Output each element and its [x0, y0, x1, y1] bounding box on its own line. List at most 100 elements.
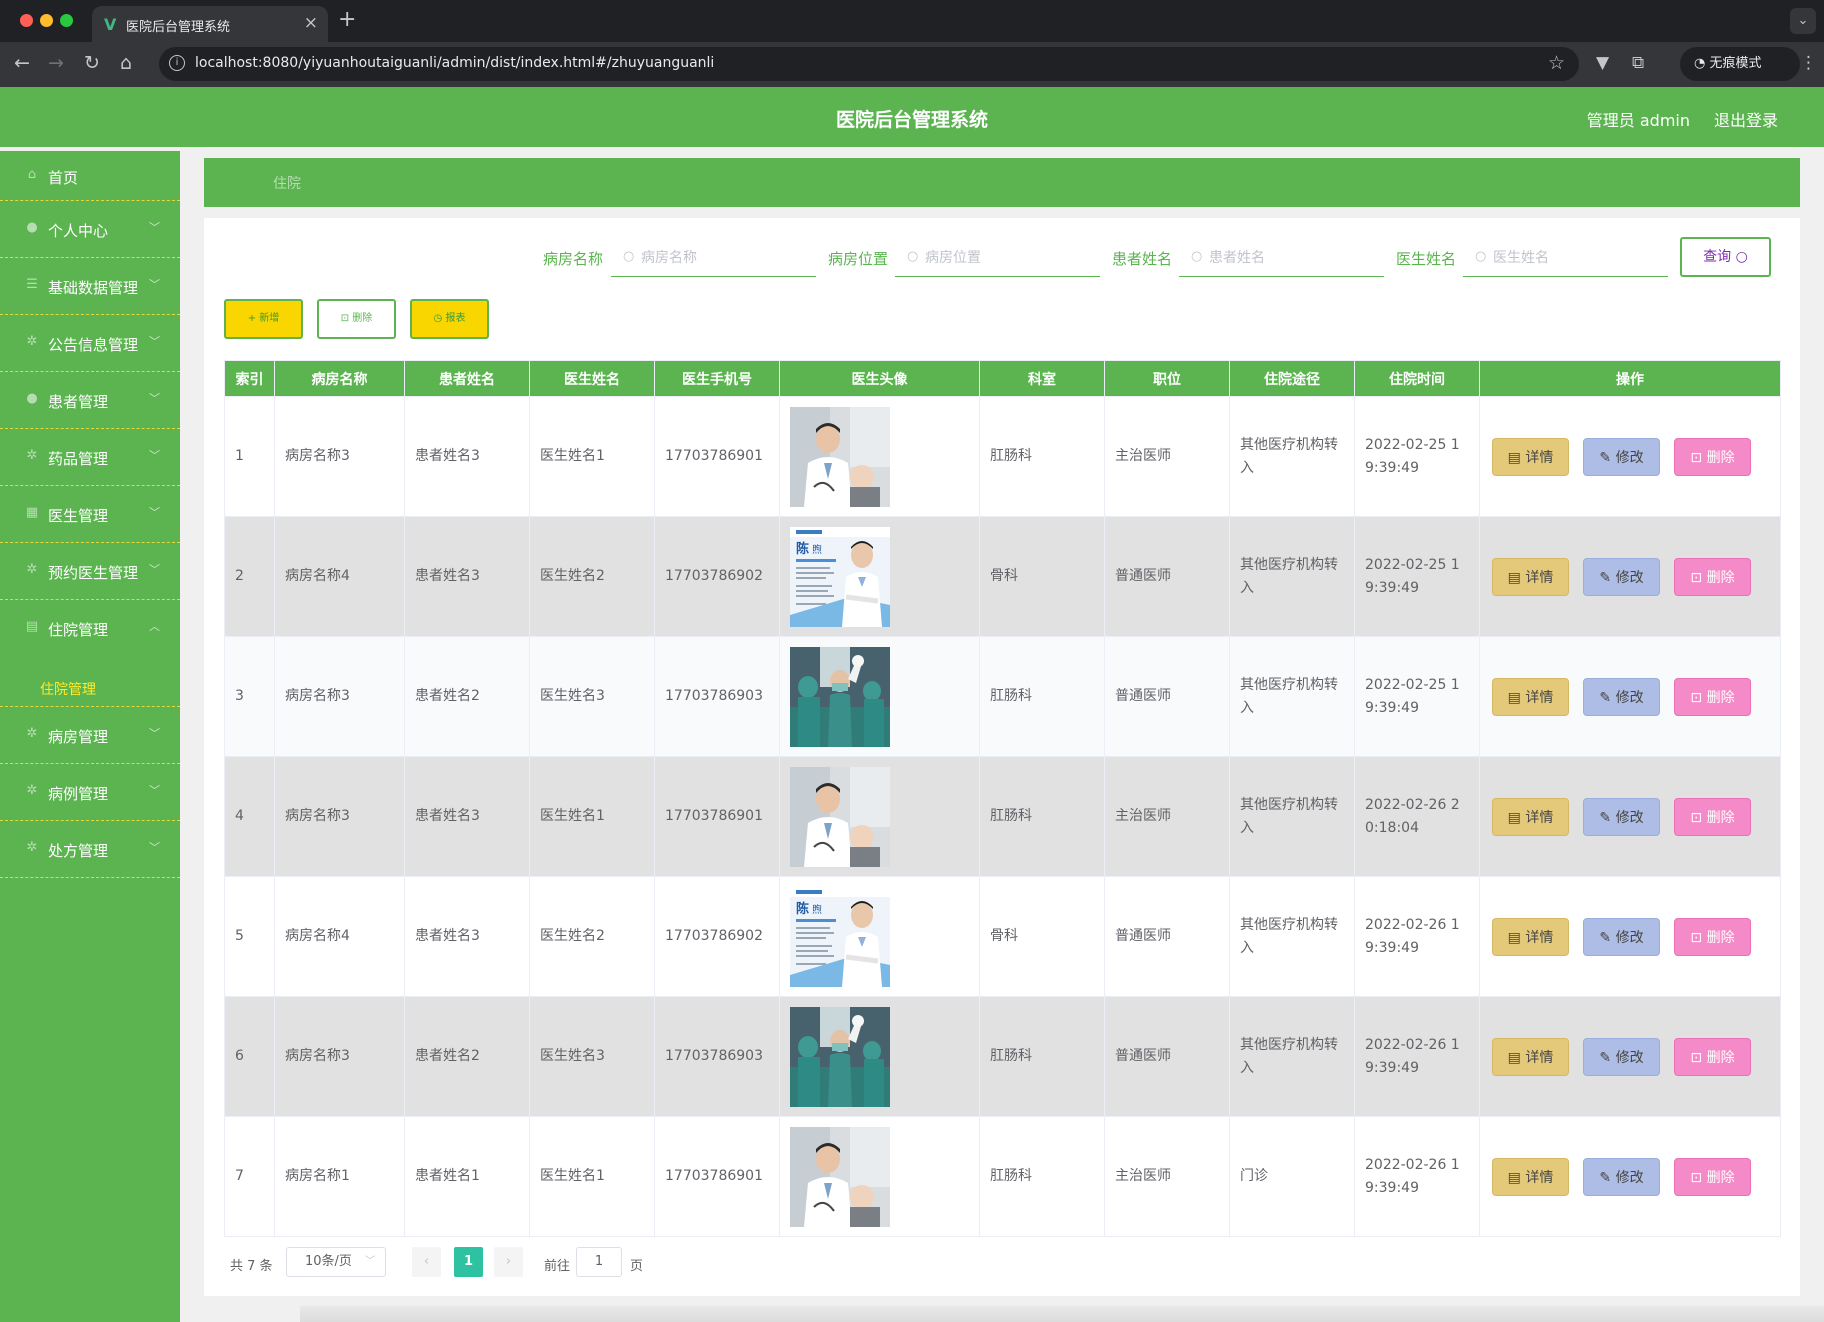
doctor-avatar-image[interactable] — [790, 1126, 890, 1227]
sidebar-item-home[interactable]: ⌂ 首页 — [0, 151, 180, 201]
maximize-window-button[interactable] — [60, 14, 73, 27]
batch-delete-button[interactable]: ⊡ 删除 — [317, 299, 396, 339]
sidebar-item-announcements[interactable]: ✲ 公告信息管理 ﹀ — [0, 315, 180, 372]
detail-button[interactable]: ▤ 详情 — [1492, 797, 1569, 836]
ward-name-field[interactable]: ○ — [611, 239, 816, 277]
edit-button[interactable]: ✎ 修改 — [1583, 677, 1660, 716]
delete-button[interactable]: ⊡ 删除 — [1674, 1157, 1751, 1196]
delete-button[interactable]: ⊡ 删除 — [1674, 437, 1751, 476]
browser-tab[interactable]: V 医院后台管理系统 × — [92, 6, 328, 42]
ward-location-field[interactable]: ○ — [895, 239, 1100, 277]
bookmark-star-icon[interactable]: ☆ — [1548, 52, 1565, 74]
sidebar-item-doctors[interactable]: ▦ 医生管理 ﹀ — [0, 486, 180, 543]
report-button-label: 报表 — [445, 313, 466, 324]
trash-icon: ⊡ — [1690, 1169, 1707, 1186]
detail-button-label: 详情 — [1525, 689, 1554, 706]
doctor-avatar-image[interactable]: 陈煦 — [790, 526, 890, 627]
edit-button[interactable]: ✎ 修改 — [1583, 1037, 1660, 1076]
table-row: 4 病房名称3 患者姓名3 医生姓名1 17703786901 肛肠科 主治医师 其他医疗机构… — [224, 756, 1781, 877]
detail-button[interactable]: ▤ 详情 — [1492, 557, 1569, 596]
logout-button[interactable]: 退出登录 — [1714, 107, 1778, 131]
query-button[interactable]: 查询 ○ — [1680, 237, 1771, 277]
cell-operations: ▤ 详情 ✎ 修改 ⊡ 删除 — [1479, 996, 1781, 1117]
incognito-indicator[interactable]: ◔ 无痕模式 — [1680, 47, 1800, 81]
reload-icon[interactable]: ↻ — [84, 52, 100, 74]
detail-button-label: 详情 — [1525, 929, 1554, 946]
hospitalization-table: 索引 病房名称 患者姓名 医生姓名 医生手机号 医生头像 科室 职位 住院途径 … — [224, 360, 1781, 1237]
cell-doctor-name: 医生姓名3 — [529, 996, 655, 1117]
page-number-active[interactable]: 1 — [454, 1247, 483, 1277]
forward-icon[interactable]: → — [48, 52, 64, 74]
sidebar-item-appointments[interactable]: ✲ 预约医生管理 ﹀ — [0, 543, 180, 600]
close-window-button[interactable] — [20, 14, 33, 27]
detail-button[interactable]: ▤ 详情 — [1492, 677, 1569, 716]
edit-button[interactable]: ✎ 修改 — [1583, 797, 1660, 836]
doctor-avatar-image[interactable] — [790, 1006, 890, 1107]
address-bar[interactable]: i localhost:8080/yiyuanhoutaiguanli/admi… — [159, 47, 1579, 81]
edit-button[interactable]: ✎ 修改 — [1583, 557, 1660, 596]
minimize-window-button[interactable] — [40, 14, 53, 27]
delete-button-label: 删除 — [1706, 569, 1735, 586]
submenu-item-hospitalization[interactable]: 住院管理 — [0, 657, 180, 707]
sidebar-item-wards[interactable]: ✲ 病房管理 ﹀ — [0, 707, 180, 764]
page-size-select[interactable]: 10条/页 ﹀ — [286, 1247, 386, 1277]
extensions-puzzle-icon[interactable]: ⧉ — [1632, 53, 1644, 73]
clock-icon: ◷ — [433, 313, 446, 324]
ward-location-input[interactable] — [925, 247, 1095, 269]
detail-button[interactable]: ▤ 详情 — [1492, 437, 1569, 476]
detail-button-label: 详情 — [1525, 569, 1554, 586]
tab-search-icon[interactable]: ⌄ — [1790, 8, 1816, 34]
cell-operations: ▤ 详情 ✎ 修改 ⊡ 删除 — [1479, 1116, 1781, 1237]
sidebar-item-hospitalization[interactable]: ▤ 住院管理 ︿ — [0, 600, 180, 657]
column-header: 科室 — [979, 360, 1105, 397]
delete-button[interactable]: ⊡ 删除 — [1674, 1037, 1751, 1076]
site-info-icon[interactable]: i — [169, 55, 185, 71]
doctor-avatar-image[interactable] — [790, 406, 890, 507]
sidebar-item-prescriptions[interactable]: ✲ 处方管理 ﹀ — [0, 821, 180, 878]
back-icon[interactable]: ← — [14, 52, 30, 74]
doctor-name-label: 医生姓名 — [1396, 250, 1457, 268]
patient-name-field[interactable]: ○ — [1179, 239, 1384, 277]
breadcrumb-item[interactable]: 住院 — [273, 173, 301, 193]
new-tab-icon[interactable]: + — [338, 7, 356, 32]
doctor-avatar-image[interactable]: 陈煦 — [790, 886, 890, 987]
home-browser-icon[interactable]: ⌂ — [120, 52, 132, 74]
detail-button[interactable]: ▤ 详情 — [1492, 917, 1569, 956]
delete-button[interactable]: ⊡ 删除 — [1674, 797, 1751, 836]
edit-button[interactable]: ✎ 修改 — [1583, 917, 1660, 956]
svg-text:煦: 煦 — [812, 903, 822, 916]
tab-close-icon[interactable]: × — [304, 13, 318, 33]
sidebar-item-patients[interactable]: ● 患者管理 ﹀ — [0, 372, 180, 429]
delete-button[interactable]: ⊡ 删除 — [1674, 557, 1751, 596]
detail-button[interactable]: ▤ 详情 — [1492, 1037, 1569, 1076]
cell-operations: ▤ 详情 ✎ 修改 ⊡ 删除 — [1479, 516, 1781, 637]
doctor-avatar-image[interactable] — [790, 766, 890, 867]
browser-menu-icon[interactable]: ⋮ — [1800, 53, 1817, 73]
detail-button[interactable]: ▤ 详情 — [1492, 1157, 1569, 1196]
edit-button[interactable]: ✎ 修改 — [1583, 437, 1660, 476]
edit-button[interactable]: ✎ 修改 — [1583, 1157, 1660, 1196]
add-button[interactable]: + 新增 — [224, 299, 303, 339]
cell-index: 1 — [224, 396, 275, 517]
report-button[interactable]: ◷ 报表 — [410, 299, 489, 339]
delete-button[interactable]: ⊡ 删除 — [1674, 917, 1751, 956]
chevron-down-icon: ﹀ — [149, 506, 160, 519]
next-page-button[interactable]: › — [494, 1247, 523, 1277]
table-header-row: 索引 病房名称 患者姓名 医生姓名 医生手机号 医生头像 科室 职位 住院途径 … — [224, 360, 1781, 397]
patient-name-input[interactable] — [1209, 247, 1379, 269]
extension-v-icon[interactable]: ▼ — [1596, 53, 1609, 73]
sidebar-item-cases[interactable]: ✲ 病例管理 ﹀ — [0, 764, 180, 821]
setting-icon: ✲ — [26, 448, 38, 463]
doctor-avatar-image[interactable] — [790, 646, 890, 747]
ward-name-input[interactable] — [641, 247, 811, 269]
sidebar-item-basic-data[interactable]: ☰ 基础数据管理 ﹀ — [0, 258, 180, 315]
sidebar-item-medicines[interactable]: ✲ 药品管理 ﹀ — [0, 429, 180, 486]
prev-page-button[interactable]: ‹ — [412, 1247, 441, 1277]
goto-page-input[interactable]: 1 — [576, 1247, 622, 1277]
delete-button[interactable]: ⊡ 删除 — [1674, 677, 1751, 716]
sidebar-item-personal-center[interactable]: ● 个人中心 ﹀ — [0, 201, 180, 258]
document-icon: ▤ — [1507, 1049, 1526, 1066]
doctor-name-field[interactable]: ○ — [1463, 239, 1668, 277]
cell-doctor-avatar — [779, 996, 980, 1117]
doctor-name-input[interactable] — [1493, 247, 1663, 269]
